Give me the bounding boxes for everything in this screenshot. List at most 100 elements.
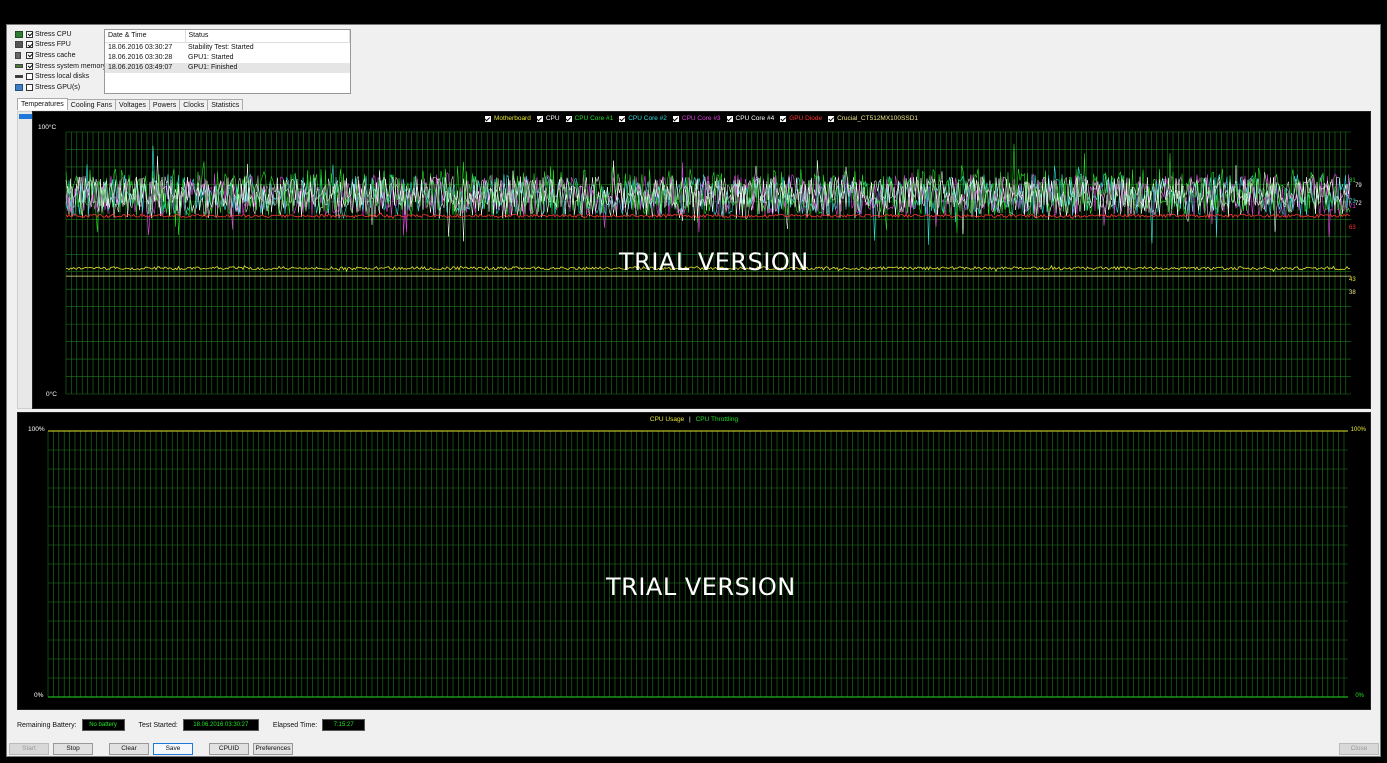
tab-clocks[interactable]: Clocks bbox=[179, 99, 209, 110]
series-gpu-diode-line bbox=[65, 212, 1351, 220]
legend-label: CPU Core #3 bbox=[681, 115, 721, 122]
stress-option-checkbox[interactable] bbox=[26, 73, 33, 81]
trial-watermark: TRIAL VERSION bbox=[619, 248, 809, 276]
stress-option-checkbox[interactable] bbox=[26, 51, 33, 59]
log-row[interactable]: 18.06.2016 03:30:28 GPU1: Started bbox=[105, 52, 350, 62]
usage-right-min-label: 0% bbox=[1355, 693, 1364, 699]
legend-checkbox[interactable] bbox=[780, 115, 787, 122]
tab-voltages[interactable]: Voltages bbox=[115, 99, 150, 110]
tab-statistics[interactable]: Statistics bbox=[207, 99, 244, 110]
legend-item[interactable]: Motherboard bbox=[484, 115, 531, 122]
temp-current-value: 79 bbox=[1355, 183, 1362, 190]
cpuid-button[interactable]: CPUID bbox=[209, 743, 249, 755]
stress-option-row[interactable]: Stress FPU bbox=[15, 40, 107, 51]
stress-option-row[interactable]: Stress GPU(s) bbox=[15, 82, 107, 93]
stress-option-label: Stress CPU bbox=[35, 30, 72, 38]
temp-current-value: 63 bbox=[1349, 224, 1356, 231]
fpu-icon bbox=[15, 41, 23, 49]
tab-cooling-fans[interactable]: Cooling Fans bbox=[66, 99, 117, 110]
stability-test-window: Stress CPU Stress FPU Stress cache Stress s… bbox=[6, 24, 1381, 757]
legend-item[interactable]: CPU Core #4 bbox=[726, 115, 775, 122]
legend-item[interactable]: CPU Core #3 bbox=[672, 115, 721, 122]
temp-y-min-label: 0°C bbox=[46, 391, 57, 398]
graph-tabs: Temperatures Cooling Fans Voltages Power… bbox=[17, 98, 244, 110]
temp-current-value: 72 bbox=[1355, 201, 1362, 208]
cache-icon bbox=[15, 51, 21, 59]
log-header-datetime[interactable]: Date & Time bbox=[105, 30, 186, 43]
legend-label: GPU Diode bbox=[789, 115, 823, 122]
cpu-usage-graph: CPU Usage | CPU Throttling 100% 0% 100% … bbox=[17, 412, 1371, 710]
legend-cpu-throttling: CPU Throttling bbox=[695, 416, 739, 423]
legend-item[interactable]: CPU bbox=[536, 115, 560, 122]
temperature-legend: Motherboard CPU CPU Core #1 CPU Core #2 CPU … bbox=[33, 115, 1370, 124]
elapsed-time-value: 7:15:27 bbox=[322, 719, 366, 731]
legend-label: CPU Core #4 bbox=[735, 115, 775, 122]
stress-option-row[interactable]: Stress system memory bbox=[15, 61, 107, 72]
usage-right-max-label: 100% bbox=[1350, 427, 1366, 433]
legend-checkbox[interactable] bbox=[828, 115, 835, 122]
legend-checkbox[interactable] bbox=[536, 115, 543, 122]
legend-label: CPU Core #1 bbox=[574, 115, 614, 122]
stress-option-label: Stress cache bbox=[35, 51, 76, 59]
log-cell-status: Stability Test: Started bbox=[188, 43, 254, 51]
stop-button[interactable]: Stop bbox=[53, 743, 93, 755]
temperature-graph: Motherboard CPU CPU Core #1 CPU Core #2 CPU … bbox=[32, 111, 1371, 409]
tab-powers[interactable]: Powers bbox=[148, 99, 181, 110]
usage-grid bbox=[47, 430, 1348, 698]
legend-checkbox[interactable] bbox=[672, 115, 679, 122]
log-cell-status: GPU1: Finished bbox=[185, 62, 350, 73]
log-cell-datetime: 18.06.2016 03:49:07 bbox=[105, 62, 185, 73]
tab-temperatures[interactable]: Temperatures bbox=[17, 98, 68, 110]
memory-icon bbox=[15, 64, 23, 69]
legend-label: Crucial_CT512MX100SSD1 bbox=[837, 115, 919, 122]
preferences-button[interactable]: Preferences bbox=[253, 743, 293, 755]
stress-option-checkbox[interactable] bbox=[26, 41, 33, 49]
stress-option-checkbox[interactable] bbox=[26, 62, 33, 70]
close-button[interactable]: Close bbox=[1339, 743, 1379, 755]
legend-checkbox[interactable] bbox=[484, 115, 491, 122]
elapsed-time-label: Elapsed Time: bbox=[272, 721, 318, 729]
legend-checkbox[interactable] bbox=[726, 115, 733, 122]
event-log[interactable]: Date & Time Status 18.06.2016 03:30:27 S… bbox=[104, 29, 351, 94]
stress-option-row[interactable]: Stress cache bbox=[15, 50, 107, 61]
cpu-chip-icon bbox=[15, 30, 23, 38]
test-started-label: Test Started: bbox=[138, 721, 178, 729]
trial-watermark: TRIAL VERSION bbox=[606, 573, 796, 601]
log-cell-datetime: 18.06.2016 03:30:27 bbox=[108, 43, 173, 51]
usage-y-max-label: 100% bbox=[28, 426, 45, 433]
clear-button[interactable]: Clear bbox=[109, 743, 149, 755]
legend-item[interactable]: CPU Core #1 bbox=[565, 115, 614, 122]
legend-separator: | bbox=[689, 416, 691, 423]
status-bar: Remaining Battery: No battery Test Start… bbox=[17, 719, 379, 731]
log-row[interactable]: 18.06.2016 03:30:27 Stability Test: Star… bbox=[105, 42, 350, 52]
stress-option-row[interactable]: Stress CPU bbox=[15, 29, 107, 40]
legend-item[interactable]: CPU Core #2 bbox=[619, 115, 667, 122]
sensor-list-strip[interactable] bbox=[17, 111, 33, 409]
temp-current-value: 38 bbox=[1349, 290, 1356, 297]
battery-label: Remaining Battery: bbox=[17, 721, 77, 729]
stress-option-label: Stress FPU bbox=[35, 41, 71, 49]
stress-option-checkbox[interactable] bbox=[26, 83, 33, 91]
disk-icon bbox=[15, 75, 23, 79]
monitor-icon bbox=[15, 83, 23, 91]
log-row-selected[interactable]: 18.06.2016 03:49:07 GPU1: Finished bbox=[105, 62, 350, 73]
save-button[interactable]: Save bbox=[153, 743, 193, 755]
legend-checkbox[interactable] bbox=[565, 115, 572, 122]
log-cell-datetime: 18.06.2016 03:30:28 bbox=[108, 53, 173, 61]
usage-y-min-label: 0% bbox=[34, 692, 44, 699]
legend-label: CPU bbox=[545, 115, 560, 122]
cpu-usage-legend: CPU Usage | CPU Throttling bbox=[18, 416, 1370, 423]
stress-option-checkbox[interactable] bbox=[26, 30, 33, 38]
legend-item[interactable]: Crucial_CT512MX100SSD1 bbox=[828, 115, 918, 122]
temp-y-max-label: 100°C bbox=[38, 124, 57, 131]
cpu-usage-plot bbox=[47, 430, 1348, 698]
stress-options-panel: Stress CPU Stress FPU Stress cache Stress s… bbox=[15, 29, 107, 93]
legend-checkbox[interactable] bbox=[619, 115, 626, 122]
log-header-status[interactable]: Status bbox=[185, 30, 350, 43]
stress-option-label: Stress GPU(s) bbox=[35, 83, 81, 91]
stress-option-row[interactable]: Stress local disks bbox=[15, 71, 107, 82]
sensor-list-selection[interactable] bbox=[19, 114, 32, 119]
legend-cpu-usage: CPU Usage bbox=[649, 416, 685, 423]
start-button[interactable]: Start bbox=[9, 743, 49, 755]
legend-item[interactable]: GPU Diode bbox=[780, 115, 822, 122]
